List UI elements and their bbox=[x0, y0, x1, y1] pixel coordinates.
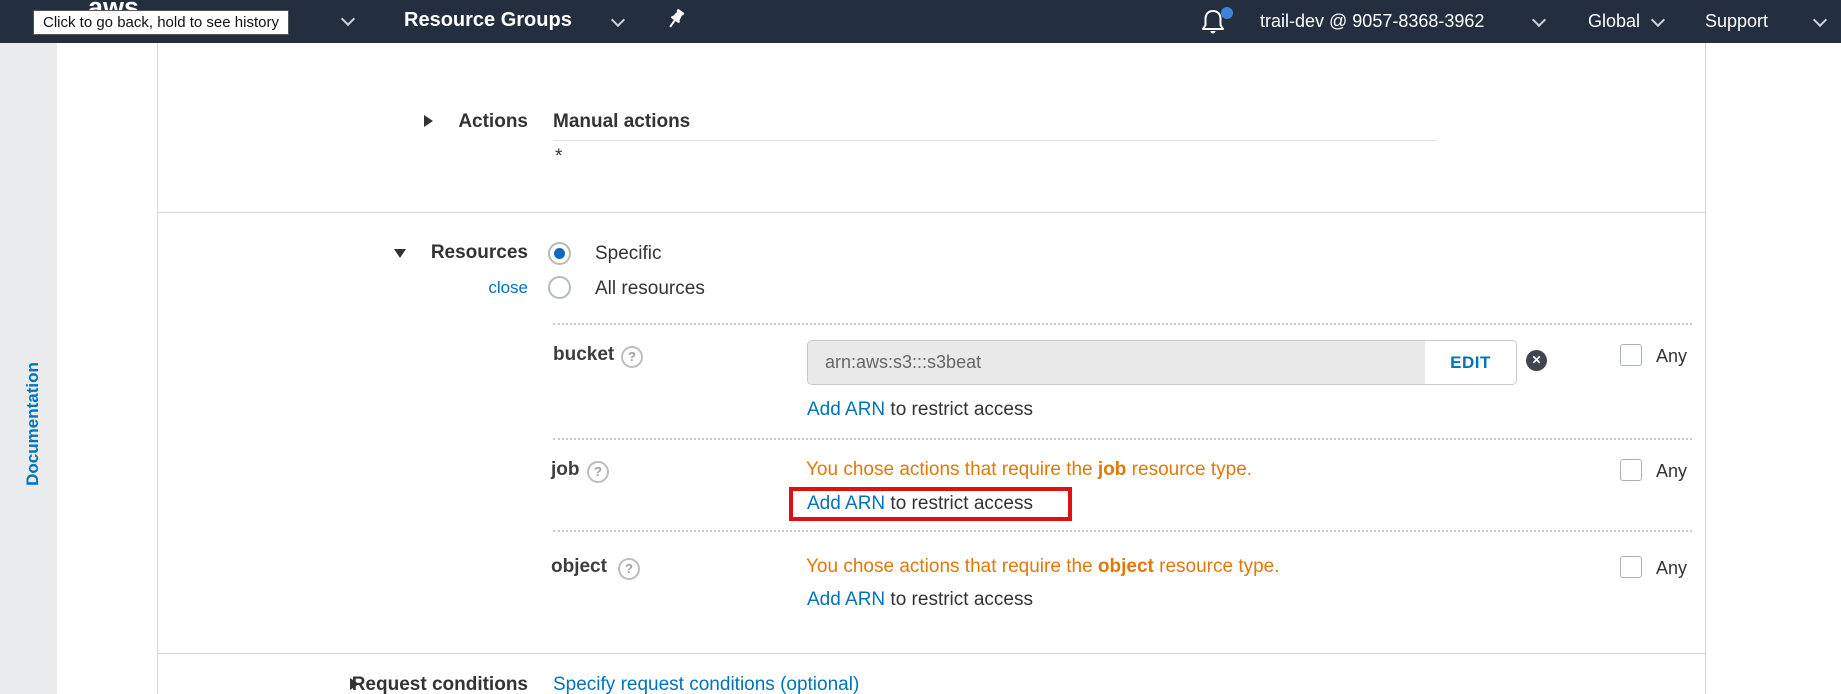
aws-console-screen: aws Click to go back, hold to see histor… bbox=[0, 0, 1841, 694]
object-row-label: object bbox=[551, 556, 607, 578]
job-any-checkbox[interactable] bbox=[1620, 459, 1642, 481]
header-underline bbox=[553, 140, 1437, 141]
warning-prefix: You chose actions that require the bbox=[806, 556, 1098, 577]
bucket-any-label[interactable]: Any bbox=[1656, 346, 1687, 367]
actions-wildcard-value: * bbox=[555, 146, 562, 168]
warning-resource-type: object bbox=[1098, 556, 1154, 577]
add-arn-suffix: to restrict access bbox=[885, 399, 1033, 420]
resources-section-label[interactable]: Resources bbox=[330, 242, 528, 264]
warning-prefix: You chose actions that require the bbox=[806, 459, 1098, 480]
bucket-add-arn-line: Add ARN to restrict access bbox=[807, 399, 1033, 421]
job-row-label: job bbox=[551, 459, 580, 481]
pin-icon[interactable] bbox=[663, 8, 687, 39]
bucket-row-label: bucket bbox=[553, 344, 614, 366]
bucket-any-checkbox[interactable] bbox=[1620, 344, 1642, 366]
resource-groups-menu[interactable]: Resource Groups bbox=[404, 9, 572, 32]
warning-suffix: resource type. bbox=[1126, 459, 1252, 480]
warning-suffix: resource type. bbox=[1154, 556, 1280, 577]
add-arn-link[interactable]: Add ARN bbox=[807, 399, 885, 420]
support-menu[interactable]: Support bbox=[1705, 11, 1768, 32]
help-icon[interactable]: ? bbox=[587, 461, 609, 483]
specific-radio-label[interactable]: Specific bbox=[595, 243, 662, 265]
object-any-label[interactable]: Any bbox=[1656, 558, 1687, 579]
job-warning-text: You chose actions that require the job r… bbox=[806, 459, 1252, 481]
row-divider bbox=[553, 323, 1692, 325]
help-icon[interactable]: ? bbox=[621, 346, 643, 368]
all-resources-radio[interactable] bbox=[548, 276, 571, 299]
notification-badge-dot bbox=[1221, 7, 1233, 19]
warning-resource-type: job bbox=[1098, 459, 1127, 480]
add-arn-suffix: to restrict access bbox=[885, 493, 1033, 514]
object-add-arn-line: Add ARN to restrict access bbox=[807, 589, 1033, 611]
section-divider bbox=[158, 653, 1705, 654]
account-menu[interactable]: trail-dev @ 9057-8368-3962 bbox=[1260, 11, 1484, 32]
back-history-tooltip: Click to go back, hold to see history bbox=[33, 10, 289, 35]
bucket-arn-field-group: arn:aws:s3:::s3beat EDIT bbox=[807, 340, 1517, 385]
specify-request-conditions-link[interactable]: Specify request conditions (optional) bbox=[553, 674, 859, 694]
panel-left-border bbox=[157, 43, 158, 694]
section-divider bbox=[158, 212, 1705, 213]
specific-radio[interactable] bbox=[548, 242, 571, 265]
job-any-label[interactable]: Any bbox=[1656, 461, 1687, 482]
job-add-arn-line: Add ARN to restrict access bbox=[807, 493, 1033, 515]
close-link[interactable]: close bbox=[330, 278, 528, 298]
object-any-checkbox[interactable] bbox=[1620, 556, 1642, 578]
add-arn-suffix: to restrict access bbox=[885, 589, 1033, 610]
edit-arn-button[interactable]: EDIT bbox=[1425, 341, 1516, 384]
region-menu[interactable]: Global bbox=[1588, 11, 1640, 32]
add-arn-link[interactable]: Add ARN bbox=[807, 589, 885, 610]
row-divider bbox=[553, 438, 1692, 440]
add-arn-link[interactable]: Add ARN bbox=[807, 493, 885, 514]
documentation-link[interactable]: Documentation bbox=[23, 344, 43, 504]
help-icon[interactable]: ? bbox=[618, 558, 640, 580]
row-divider bbox=[553, 530, 1692, 532]
object-warning-text: You chose actions that require the objec… bbox=[806, 556, 1280, 578]
remove-arn-icon[interactable]: ✕ bbox=[1526, 350, 1547, 371]
all-resources-radio-label[interactable]: All resources bbox=[595, 278, 705, 300]
bucket-arn-value[interactable]: arn:aws:s3:::s3beat bbox=[808, 341, 1425, 384]
actions-section-label[interactable]: Actions bbox=[330, 111, 528, 133]
request-conditions-label[interactable]: Request conditions bbox=[330, 674, 528, 694]
manual-actions-header: Manual actions bbox=[553, 111, 690, 133]
panel-right-border bbox=[1705, 43, 1706, 694]
